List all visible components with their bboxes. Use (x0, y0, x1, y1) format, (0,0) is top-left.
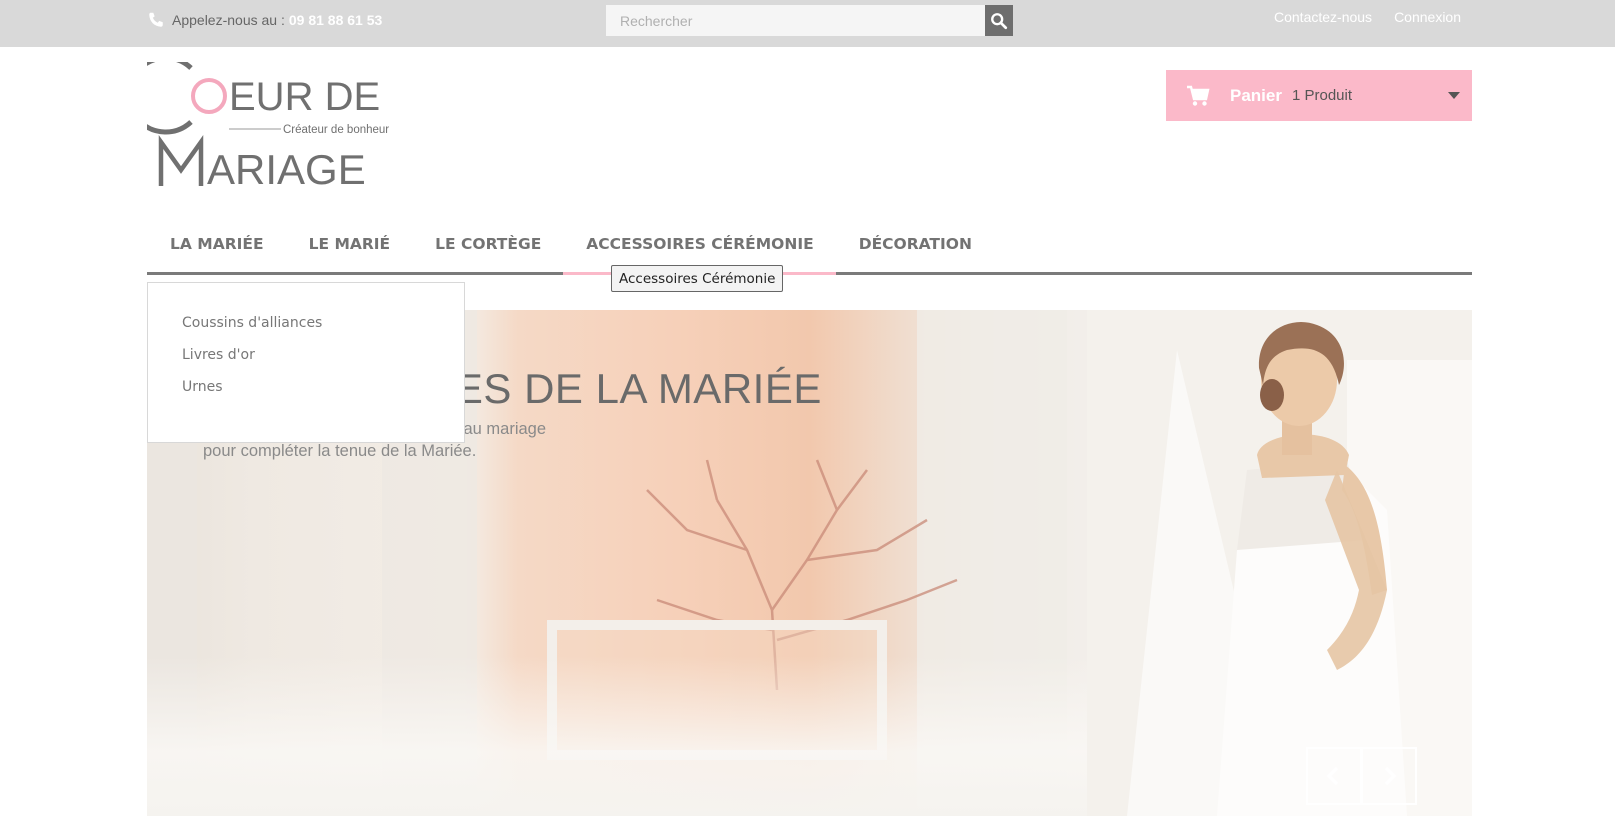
logo-line1: EUR DE (229, 75, 380, 119)
submenu-item-livres-or[interactable]: Livres d'or (148, 343, 464, 375)
bride-photo (1087, 310, 1472, 816)
cart-icon (1187, 85, 1210, 106)
nav-tooltip: Accessoires Cérémonie (611, 265, 784, 292)
cart-label: Panier (1230, 85, 1282, 105)
chevron-down-icon[interactable] (1448, 92, 1460, 99)
top-links: Contactez-nous Connexion (1274, 9, 1461, 25)
phone-label: Appelez-nous au : (172, 12, 285, 28)
search-bar (606, 5, 1013, 36)
logo-tagline: Créateur de bonheur (283, 124, 389, 136)
nav-le-marie[interactable]: LE MARIÉ (286, 225, 413, 272)
nav-la-mariee[interactable]: LA MARIÉE (147, 225, 286, 272)
nav-le-cortege[interactable]: LE CORTÈGE (412, 225, 563, 272)
site-logo[interactable]: EUR DE Créateur de bonheur ARIAGE (126, 55, 403, 193)
chevron-left-icon (1326, 766, 1339, 786)
slider-prev-button[interactable] (1306, 747, 1362, 805)
top-bar: Appelez-nous au : 09 81 88 61 53 Contact… (0, 0, 1615, 47)
chevron-right-icon (1384, 766, 1397, 786)
search-icon (991, 12, 1008, 29)
search-button[interactable] (985, 5, 1013, 36)
submenu-item-coussins[interactable]: Coussins d'alliances (148, 311, 464, 343)
submenu-item-urnes[interactable]: Urnes (148, 375, 464, 407)
contact-link[interactable]: Contactez-nous (1274, 9, 1372, 25)
nav-decoration[interactable]: DÉCORATION (836, 225, 994, 272)
phone-number[interactable]: 09 81 88 61 53 (289, 12, 382, 28)
submenu-accessoires: Coussins d'alliances Livres d'or Urnes (147, 282, 465, 443)
cart-count: 1 Produit (1291, 87, 1353, 104)
phone-icon (149, 12, 163, 27)
search-input[interactable] (606, 5, 985, 36)
main-nav: LA MARIÉE LE MARIÉ LE CORTÈGE ACCESSOIRE… (147, 225, 1472, 275)
logo-line2: ARIAGE (207, 146, 366, 192)
slider-next-button[interactable] (1361, 747, 1417, 805)
cart-button[interactable]: Panier 1 Produit (1166, 70, 1472, 121)
phone-contact: Appelez-nous au : 09 81 88 61 53 (147, 9, 382, 31)
login-link[interactable]: Connexion (1394, 9, 1461, 25)
